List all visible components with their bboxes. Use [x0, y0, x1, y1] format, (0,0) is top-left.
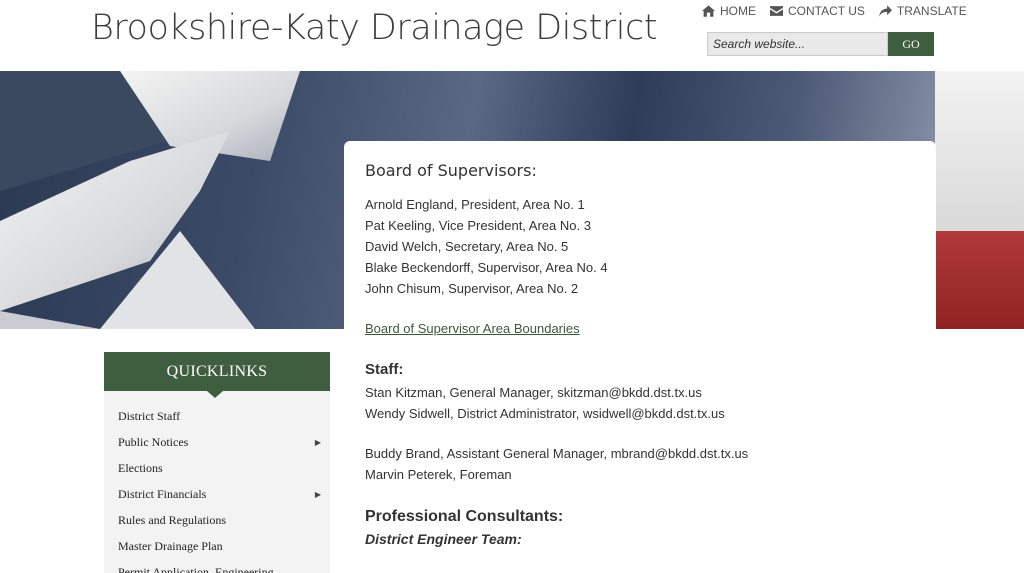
nav-contact-link[interactable]: CONTACT US — [770, 4, 865, 18]
search-input[interactable] — [707, 32, 888, 56]
staff-member: Marvin Peterek, Foreman — [365, 467, 512, 482]
search-go-button[interactable]: GO — [888, 32, 934, 56]
quicklink-label: Rules and Regulations — [118, 512, 226, 527]
quicklinks-title: QUICKLINKS — [104, 352, 330, 398]
engineer-team-title: District Engineer Team: — [365, 531, 522, 547]
board-member: John Chisum, Supervisor, Area No. 2 — [365, 281, 579, 296]
board-member: Arnold England, President, Area No. 1 — [365, 197, 585, 212]
board-member: David Welch, Secretary, Area No. 5 — [365, 239, 569, 254]
top-nav: HOME CONTACT US TRANSLATE — [702, 4, 967, 18]
quicklink-public-notices[interactable]: Public Notices ▶ — [104, 429, 330, 455]
quicklink-district-financials[interactable]: District Financials ▶ — [104, 481, 330, 507]
site-title[interactable]: Brookshire-Katy Drainage District — [91, 8, 657, 48]
quicklink-master-drainage-plan[interactable]: Master Drainage Plan — [104, 533, 330, 559]
caret-right-icon: ▶ — [314, 489, 321, 499]
main-content: Board of Supervisors: Arnold England, Pr… — [344, 141, 936, 573]
nav-translate-link[interactable]: TRANSLATE — [878, 4, 967, 18]
staff-member: Buddy Brand, Assistant General Manager, … — [365, 446, 749, 461]
quicklink-label: District Financials — [118, 486, 207, 501]
search-form: GO — [707, 32, 934, 56]
area-boundaries-link[interactable]: Board of Supervisor Area Boundaries — [365, 321, 580, 336]
quicklink-label: Master Drainage Plan — [118, 538, 223, 553]
quicklink-label: District Staff — [118, 408, 181, 423]
share-arrow-icon — [878, 5, 892, 17]
staff-title: Staff: — [365, 361, 404, 378]
staff-member: Wendy Sidwell, District Administrator, w… — [365, 406, 725, 421]
site-header: Brookshire-Katy Drainage District HOME C… — [0, 0, 1024, 71]
flag-star-image — [0, 71, 300, 329]
board-title: Board of Supervisors: — [365, 161, 537, 180]
quicklink-label: Permit Application, Engineering — [118, 564, 274, 573]
quicklink-district-staff[interactable]: District Staff — [104, 403, 330, 429]
board-member: Blake Beckendorff, Supervisor, Area No. … — [365, 260, 608, 275]
quicklink-label: Elections — [118, 460, 163, 475]
quicklink-rules-regulations[interactable]: Rules and Regulations — [104, 507, 330, 533]
nav-home-label: HOME — [720, 4, 756, 18]
caret-right-icon: ▶ — [314, 437, 321, 447]
nav-contact-label: CONTACT US — [788, 4, 865, 18]
quicklink-permit-application[interactable]: Permit Application, Engineering — [104, 559, 330, 573]
nav-home-link[interactable]: HOME — [702, 4, 756, 18]
flag-white-stripe — [935, 71, 1024, 231]
quicklink-label: Public Notices — [118, 434, 189, 449]
board-member: Pat Keeling, Vice President, Area No. 3 — [365, 218, 591, 233]
staff-member: Stan Kitzman, General Manager, skitzman@… — [365, 385, 702, 400]
quicklinks-list: District Staff Public Notices ▶ Elections… — [104, 391, 330, 573]
envelope-icon — [770, 6, 783, 16]
flag-red-stripe — [935, 231, 1024, 329]
nav-translate-label: TRANSLATE — [896, 4, 967, 18]
home-icon — [702, 5, 715, 17]
consultants-title: Professional Consultants: — [365, 508, 564, 525]
quicklink-elections[interactable]: Elections — [104, 455, 330, 481]
quicklinks-sidebar: QUICKLINKS District Staff Public Notices… — [104, 352, 330, 573]
